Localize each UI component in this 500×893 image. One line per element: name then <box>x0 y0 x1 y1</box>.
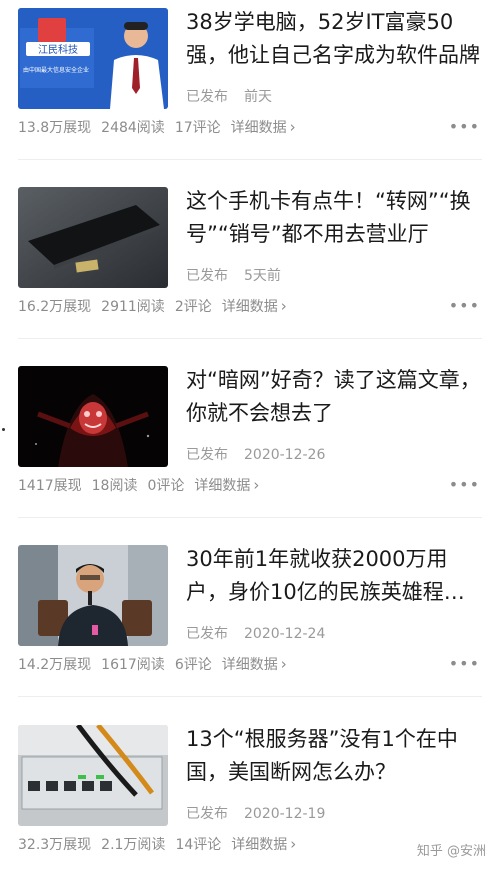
comments-count[interactable]: 6评论 <box>175 657 212 673</box>
article-title[interactable]: 这个手机卡有点牛！“转网”“换号”“销号”都不用去营业厅 <box>186 185 482 251</box>
article-item-3[interactable]: 对“暗网”好奇？读了这篇文章，你就不会想去了 已发布 2020-12-26 141… <box>0 358 500 534</box>
impressions-count: 14.2万展现 <box>18 657 92 673</box>
article-thumbnail[interactable] <box>18 545 168 646</box>
article-title[interactable]: 38岁学电脑，52岁IT富豪50强，他让自己名字成为软件品牌 <box>186 6 482 72</box>
thumbnail-image-speaker <box>18 545 168 646</box>
article-thumbnail[interactable]: 江民科技 由中国最大信息安全企业 <box>18 8 168 109</box>
article-item-4[interactable]: 30年前1年就收获2000万用户，身价10亿的民族英雄程序员 已发布 2020-1… <box>0 537 500 713</box>
thumbnail-image-phone <box>18 187 168 288</box>
publish-info: 已发布 2020-12-24 <box>186 623 325 643</box>
detail-link[interactable]: 详细数据 › <box>231 118 296 136</box>
stray-dot <box>2 428 5 431</box>
comments-count[interactable]: 0评论 <box>147 478 184 494</box>
impressions-count: 32.3万展现 <box>18 837 92 853</box>
comments-count[interactable]: 17评论 <box>175 120 221 136</box>
thumb-caption: 由中国最大信息安全企业 <box>23 66 89 74</box>
publish-status: 已发布 <box>186 626 228 642</box>
article-stats: 16.2万展现 2911阅读 2评论 详细数据 › <box>18 296 287 316</box>
reads-count: 2.1万阅读 <box>101 837 166 853</box>
publish-time: 5天前 <box>244 268 281 284</box>
article-title[interactable]: 13个“根服务器”没有1个在中国，美国断网怎么办？ <box>186 723 482 789</box>
impressions-count: 16.2万展现 <box>18 299 92 315</box>
publish-status: 已发布 <box>186 89 228 105</box>
article-item-2[interactable]: 这个手机卡有点牛！“转网”“换号”“销号”都不用去营业厅 已发布 5天前 16.2… <box>0 179 500 355</box>
publish-info: 已发布 前天 <box>186 86 272 106</box>
publish-info: 已发布 5天前 <box>186 265 281 285</box>
more-options-icon[interactable]: ••• <box>449 654 480 673</box>
publish-status: 已发布 <box>186 268 228 284</box>
comments-count[interactable]: 2评论 <box>175 299 212 315</box>
divider <box>18 159 482 160</box>
chevron-right-icon: › <box>290 835 297 853</box>
more-options-icon[interactable]: ••• <box>449 117 480 136</box>
comments-count[interactable]: 14评论 <box>175 837 221 853</box>
reads-count: 2484阅读 <box>101 120 165 136</box>
publish-status: 已发布 <box>186 447 228 463</box>
article-title[interactable]: 对“暗网”好奇？读了这篇文章，你就不会想去了 <box>186 364 482 430</box>
article-thumbnail[interactable] <box>18 725 168 826</box>
detail-link[interactable]: 详细数据 › <box>222 297 287 315</box>
divider <box>18 696 482 697</box>
thumbnail-image-businessman: 江民科技 由中国最大信息安全企业 <box>18 8 168 109</box>
article-stats: 13.8万展现 2484阅读 17评论 详细数据 › <box>18 117 296 137</box>
article-stats: 14.2万展现 1617阅读 6评论 详细数据 › <box>18 654 287 674</box>
article-stats: 1417展现 18阅读 0评论 详细数据 › <box>18 475 259 495</box>
divider <box>18 517 482 518</box>
divider <box>18 338 482 339</box>
article-item-1[interactable]: 江民科技 由中国最大信息安全企业 38岁学电脑，52岁IT富豪50强，他让自己名… <box>0 0 500 176</box>
publish-info: 已发布 2020-12-19 <box>186 803 325 823</box>
article-thumbnail[interactable] <box>18 187 168 288</box>
more-options-icon[interactable]: ••• <box>449 475 480 494</box>
impressions-count: 13.8万展现 <box>18 120 92 136</box>
publish-time: 2020-12-24 <box>244 626 326 642</box>
thumbnail-image-network-switch <box>18 725 168 826</box>
article-title[interactable]: 30年前1年就收获2000万用户，身价10亿的民族英雄程序员 <box>186 543 482 609</box>
more-options-icon[interactable]: ••• <box>449 296 480 315</box>
reads-count: 1617阅读 <box>101 657 165 673</box>
svg-text:江民科技: 江民科技 <box>38 43 78 56</box>
impressions-count: 1417展现 <box>18 478 82 494</box>
detail-link[interactable]: 详细数据 › <box>194 476 260 494</box>
publish-info: 已发布 2020-12-26 <box>186 444 325 464</box>
chevron-right-icon: › <box>253 476 260 494</box>
publish-time: 前天 <box>244 89 272 105</box>
article-stats: 32.3万展现 2.1万阅读 14评论 详细数据 › <box>18 834 296 854</box>
detail-link[interactable]: 详细数据 › <box>231 835 297 853</box>
article-item-5[interactable]: 13个“根服务器”没有1个在中国，美国断网怎么办？ 已发布 2020-12-19 … <box>0 717 500 893</box>
reads-count: 18阅读 <box>91 478 138 494</box>
reads-count: 2911阅读 <box>101 299 165 315</box>
publish-time: 2020-12-26 <box>244 447 326 463</box>
article-thumbnail[interactable] <box>18 366 168 467</box>
publish-status: 已发布 <box>186 806 228 822</box>
chevron-right-icon: › <box>289 118 296 136</box>
thumbnail-image-hooded-figure <box>18 366 168 467</box>
chevron-right-icon: › <box>280 297 287 315</box>
chevron-right-icon: › <box>280 655 287 673</box>
watermark: 知乎 @安洲 <box>416 844 486 859</box>
publish-time: 2020-12-19 <box>244 806 326 822</box>
detail-link[interactable]: 详细数据 › <box>222 655 287 673</box>
